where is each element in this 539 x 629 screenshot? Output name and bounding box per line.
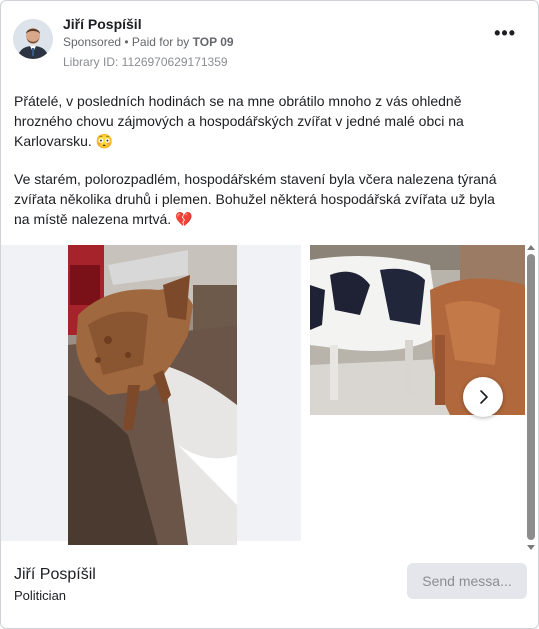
carousel-next-button[interactable] bbox=[463, 377, 503, 417]
scroll-down-arrow-icon[interactable] bbox=[527, 545, 535, 550]
send-message-button[interactable]: Send messa... bbox=[407, 563, 527, 599]
post-text: Přátelé, v posledních hodinách se na mne… bbox=[14, 91, 514, 247]
see-more-ellipsis[interactable]: ... bbox=[14, 211, 26, 227]
author-name[interactable]: Jiří Pospíšil bbox=[63, 16, 142, 32]
page-category: Politician bbox=[14, 588, 67, 603]
scrollbar-thumb[interactable] bbox=[527, 254, 535, 540]
scroll-up-arrow-icon[interactable] bbox=[527, 245, 535, 250]
photo-calf-in-snow bbox=[68, 245, 237, 545]
ad-card: Jiří Pospíšil Sponsored • Paid for by TO… bbox=[0, 0, 539, 629]
page-name[interactable]: Jiří Pospíšil bbox=[14, 566, 96, 584]
sponsored-line: Sponsored • Paid for by TOP 09 bbox=[63, 35, 234, 49]
post-paragraph-2: Ve starém, polorozpadlém, hospodářském s… bbox=[14, 171, 497, 227]
carousel-slide-1[interactable] bbox=[1, 245, 301, 545]
paid-for-prefix: • Paid for by bbox=[121, 35, 193, 49]
chevron-right-icon bbox=[480, 390, 488, 404]
library-id: Library ID: 1126970629171359 bbox=[63, 55, 228, 69]
image-carousel bbox=[1, 245, 525, 545]
sponsored-label: Sponsored bbox=[63, 35, 122, 49]
more-options-icon[interactable]: ••• bbox=[494, 23, 516, 44]
post-paragraph-1: Přátelé, v posledních hodinách se na mne… bbox=[14, 93, 464, 149]
post-header: Jiří Pospíšil Sponsored • Paid for by TO… bbox=[13, 11, 528, 71]
paid-for-by[interactable]: TOP 09 bbox=[193, 35, 234, 49]
avatar[interactable] bbox=[13, 19, 53, 59]
vertical-scrollbar[interactable] bbox=[526, 245, 536, 553]
